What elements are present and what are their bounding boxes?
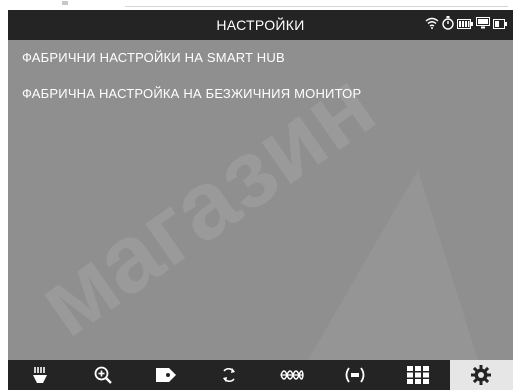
settings-menu: ФАБРИЧНИ НАСТРОЙКИ НА SMART HUB ФАБРИЧНА… xyxy=(8,40,513,112)
bottom-toolbar xyxy=(8,360,513,390)
device-screen: магазин НАСТРОЙКИ ФАБРИЧНИ НАСТРОЙКИ НА … xyxy=(8,10,513,390)
watermark-shape xyxy=(308,170,478,360)
top-bar xyxy=(0,0,513,10)
toolbar-zoom-button[interactable] xyxy=(71,360,134,390)
battery-small-icon xyxy=(493,16,507,34)
toolbar-grid-button[interactable] xyxy=(387,360,450,390)
toolbar-tag-button[interactable] xyxy=(134,360,197,390)
brush-icon xyxy=(32,367,47,383)
signal-icon xyxy=(345,367,365,383)
stopwatch-icon xyxy=(442,15,454,35)
menu-item-monitor-reset[interactable]: ФАБРИЧНА НАСТРОЙКА НА БЕЗЖИЧНИЯ МОНИТОР xyxy=(8,76,513,112)
toolbar-brush-button[interactable] xyxy=(8,360,71,390)
top-strip xyxy=(0,0,513,10)
toolbar-rotate-button[interactable] xyxy=(197,360,260,390)
toolbar-signal-button[interactable] xyxy=(324,360,387,390)
monitor-icon xyxy=(476,16,490,34)
zoom-in-icon xyxy=(94,366,112,384)
header-bar: НАСТРОЙКИ xyxy=(8,10,513,40)
rotate-icon xyxy=(222,367,235,383)
settings-icon xyxy=(471,365,492,385)
tag-icon xyxy=(155,368,176,382)
menu-item-smart-hub-reset[interactable]: ФАБРИЧНИ НАСТРОЙКИ НА SMART HUB xyxy=(8,40,513,76)
wifi-icon xyxy=(425,16,439,34)
top-line xyxy=(125,6,508,7)
wave-icon xyxy=(280,370,304,380)
battery-icon xyxy=(457,16,473,34)
status-icons xyxy=(425,15,507,35)
grid-icon xyxy=(407,366,430,384)
toolbar-settings-button[interactable] xyxy=(449,360,513,390)
toolbar-wave-button[interactable] xyxy=(261,360,324,390)
top-mark xyxy=(62,1,68,5)
